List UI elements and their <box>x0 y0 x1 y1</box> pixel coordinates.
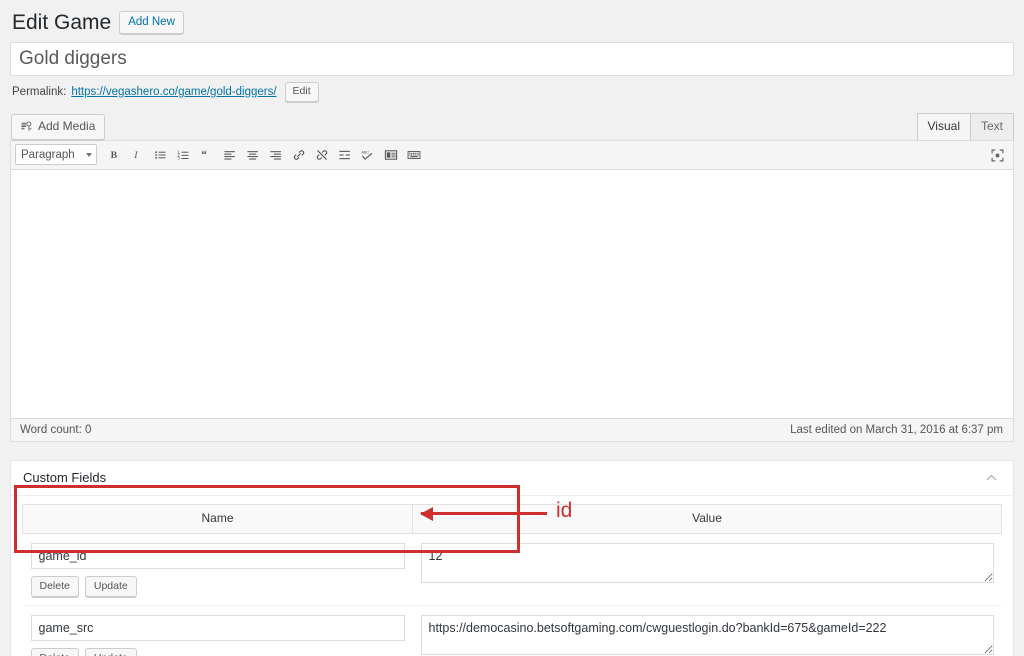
align-right-icon[interactable] <box>264 144 287 166</box>
custom-fields-body: Name Value Delete Update <box>11 496 1013 656</box>
remove-link-icon[interactable] <box>310 144 333 166</box>
insert-read-more-icon[interactable] <box>333 144 356 166</box>
column-header-value: Value <box>412 503 1002 534</box>
tab-visual[interactable]: Visual <box>916 113 971 140</box>
media-bar: Add Media Visual Text <box>10 110 1014 140</box>
svg-text:3: 3 <box>177 155 180 160</box>
permalink-row: Permalink: https://vegashero.co/game/gol… <box>10 76 1014 110</box>
admin-page: Edit Game Add New Permalink: https://veg… <box>0 0 1024 656</box>
table-row: Delete Update <box>22 605 1002 656</box>
column-header-name: Name <box>22 503 413 534</box>
add-media-label: Add Media <box>38 119 96 134</box>
post-title-input[interactable] <box>10 42 1014 77</box>
permalink-link[interactable]: https://vegashero.co/game/gold-diggers/ <box>71 86 276 98</box>
custom-field-name-cell: Delete Update <box>22 533 413 607</box>
delete-button-0[interactable]: Delete <box>30 575 79 598</box>
editor-status-bar: Word count: 0 Last edited on March 31, 2… <box>11 417 1013 441</box>
custom-fields-title: Custom Fields <box>23 470 107 486</box>
distraction-free-icon[interactable] <box>987 146 1007 166</box>
chevron-up-icon[interactable] <box>981 470 1001 486</box>
delete-button-1[interactable]: Delete <box>30 648 79 656</box>
blockquote-icon[interactable]: “ <box>195 144 218 166</box>
add-media-icon <box>20 120 33 133</box>
bulleted-list-icon[interactable] <box>149 144 172 166</box>
toggle-toolbar-icon[interactable] <box>379 144 402 166</box>
add-media-button[interactable]: Add Media <box>11 113 106 140</box>
align-center-icon[interactable] <box>241 144 264 166</box>
svg-text:“: “ <box>201 149 207 161</box>
numbered-list-icon[interactable]: 123 <box>172 144 195 166</box>
custom-field-name-input-1[interactable] <box>30 615 405 642</box>
tab-text[interactable]: Text <box>969 113 1014 140</box>
paragraph-format-select[interactable]: Paragraph <box>15 144 97 166</box>
italic-icon[interactable]: I <box>126 144 149 166</box>
page-header: Edit Game Add New <box>10 0 1014 42</box>
row-actions: Delete Update <box>30 575 405 598</box>
svg-text:I: I <box>133 150 138 161</box>
custom-fields-table: Name Value Delete Update <box>22 503 1002 656</box>
last-edited-label: Last edited on March 31, 2016 at 6:37 pm <box>790 423 1003 436</box>
keyboard-shortcuts-icon[interactable] <box>402 144 425 166</box>
custom-field-name-cell: Delete Update <box>22 605 413 656</box>
custom-fields-header: Custom Fields <box>11 460 1013 496</box>
table-header-row: Name Value <box>22 503 1002 534</box>
custom-field-value-cell <box>412 605 1002 656</box>
svg-text:B: B <box>111 150 118 161</box>
table-row: Delete Update <box>22 533 1002 607</box>
spellcheck-icon[interactable]: ABC <box>356 144 379 166</box>
editor-mode-tabs: Visual Text <box>916 113 1014 140</box>
custom-fields-panel: Custom Fields Name Value game_id Delete … <box>10 459 1014 656</box>
editor-toolbar: Paragraph B I 123 “ ABC <box>11 140 1013 170</box>
permalink-edit-button[interactable]: Edit <box>284 82 319 102</box>
update-button-0[interactable]: Update <box>84 575 137 598</box>
custom-field-value-cell <box>412 533 1002 607</box>
add-new-button[interactable]: Add New <box>119 10 184 35</box>
page-title: Edit Game <box>12 11 112 34</box>
custom-field-value-input-0[interactable] <box>420 542 994 583</box>
insert-link-icon[interactable] <box>287 144 310 166</box>
custom-field-value-input-1[interactable] <box>420 615 994 656</box>
row-actions: Delete Update <box>30 648 405 656</box>
align-left-icon[interactable] <box>218 144 241 166</box>
bold-icon[interactable]: B <box>103 144 126 166</box>
editor-content-area[interactable] <box>11 169 1013 418</box>
word-count-label: Word count: 0 <box>20 423 92 436</box>
svg-text:ABC: ABC <box>361 150 369 154</box>
update-button-1[interactable]: Update <box>84 648 137 656</box>
editor-container: Paragraph B I 123 “ ABC Word count: 0 La… <box>10 139 1014 442</box>
permalink-label: Permalink: <box>12 86 67 99</box>
format-select-wrap: Paragraph <box>15 144 103 166</box>
custom-field-name-input-0[interactable] <box>30 542 405 569</box>
